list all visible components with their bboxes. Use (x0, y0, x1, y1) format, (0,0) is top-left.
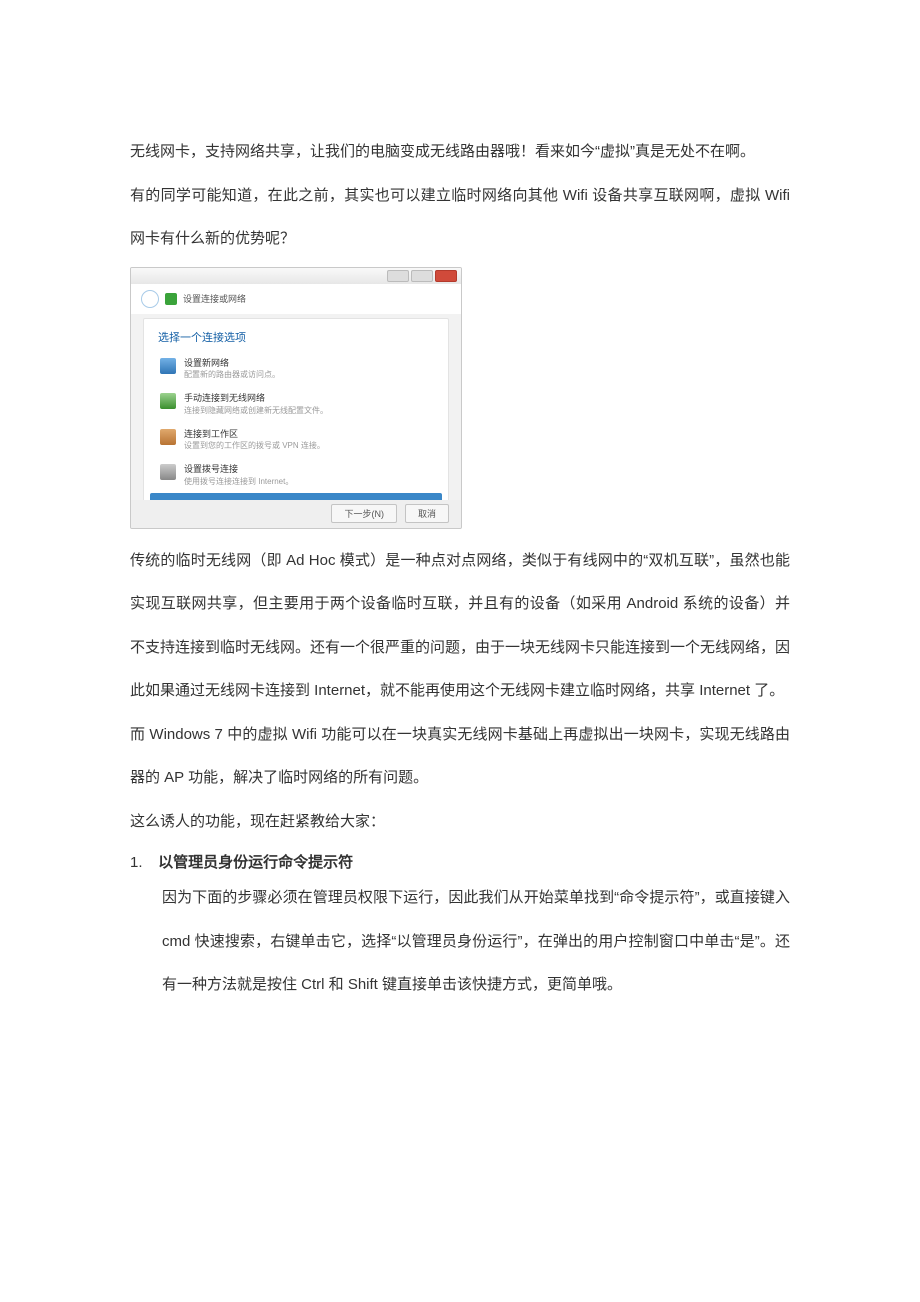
cancel-button: 取消 (405, 504, 449, 523)
option-workplace: 连接到工作区 设置到您的工作区的拨号或 VPN 连接。 (144, 422, 448, 458)
briefcase-icon (160, 429, 176, 445)
paragraph-1: 无线网卡，支持网络共享，让我们的电脑变成无线路由器哦！看来如今“虚拟”真是无处不… (130, 130, 790, 174)
option-dialup: 设置拨号连接 使用拨号连接连接到 Internet。 (144, 457, 448, 493)
wifi-icon (160, 393, 176, 409)
router-icon (160, 358, 176, 374)
option-caption: 设置到您的工作区的拨号或 VPN 连接。 (184, 440, 325, 451)
min-icon (387, 270, 409, 282)
option-setup-new-network: 设置新网络 配置新的路由器或访问点。 (144, 351, 448, 387)
dialog-header-text: 设置连接或网络 (183, 292, 246, 305)
option-title: 设置拨号连接 (184, 463, 293, 476)
next-button: 下一步(N) (331, 504, 397, 523)
dialog-figure: 设置连接或网络 选择一个连接选项 设置新网络 配置新的路由器或访问点。 手动连接… (130, 267, 462, 529)
max-icon (411, 270, 433, 282)
paragraph-5: 这么诱人的功能，现在赶紧教给大家： (130, 800, 790, 844)
network-icon (165, 293, 177, 305)
dialog-header: 设置连接或网络 (131, 284, 461, 314)
back-icon (141, 290, 159, 308)
dialog-titlebar (131, 268, 461, 284)
option-caption: 使用拨号连接连接到 Internet。 (184, 476, 293, 487)
option-title: 连接到工作区 (184, 428, 325, 441)
step-1-heading: 1. 以管理员身份运行命令提示符 (130, 851, 790, 872)
option-manual-wireless: 手动连接到无线网络 连接到隐藏网络或创建新无线配置文件。 (144, 386, 448, 422)
paragraph-3: 传统的临时无线网（即 Ad Hoc 模式）是一种点对点网络，类似于有线网中的“双… (130, 539, 790, 713)
step-title: 以管理员身份运行命令提示符 (158, 854, 353, 871)
step-number: 1. (130, 854, 154, 871)
section-title: 选择一个连接选项 (144, 319, 448, 351)
dialog-panel: 选择一个连接选项 设置新网络 配置新的路由器或访问点。 手动连接到无线网络 连接… (143, 318, 449, 529)
paragraph-4: 而 Windows 7 中的虚拟 Wifi 功能可以在一块真实无线网卡基础上再虚… (130, 713, 790, 800)
dialog-footer: 下一步(N) 取消 (131, 500, 461, 528)
paragraph-2: 有的同学可能知道，在此之前，其实也可以建立临时网络向其他 Wifi 设备共享互联… (130, 174, 790, 261)
option-title: 设置新网络 (184, 357, 280, 370)
step-1-body: 因为下面的步骤必须在管理员权限下运行，因此我们从开始菜单找到“命令提示符”，或直… (162, 876, 790, 1007)
option-title: 手动连接到无线网络 (184, 392, 328, 405)
option-caption: 连接到隐藏网络或创建新无线配置文件。 (184, 405, 328, 416)
phone-icon (160, 464, 176, 480)
close-icon (435, 270, 457, 282)
option-caption: 配置新的路由器或访问点。 (184, 369, 280, 380)
